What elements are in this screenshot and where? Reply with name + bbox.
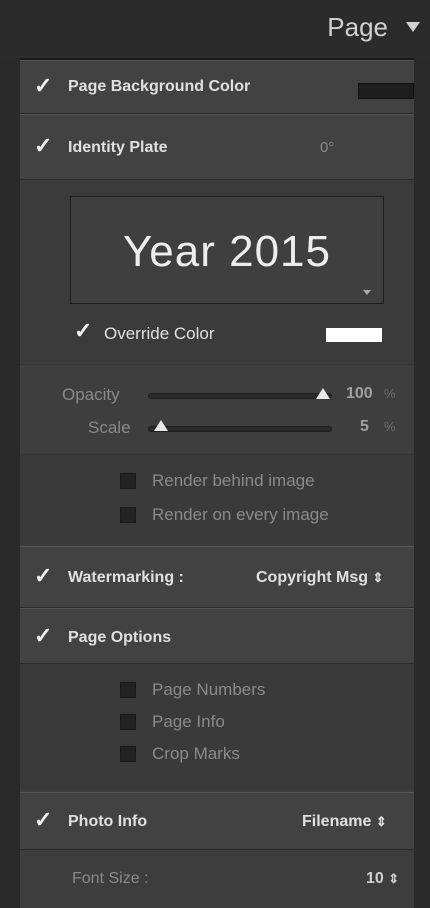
photo-info-select[interactable]: Filename ⇕ [302, 813, 387, 831]
override-color-swatch[interactable] [326, 328, 382, 342]
page-numbers-checkbox[interactable] [120, 682, 136, 698]
render-options-area [20, 454, 414, 545]
scale-value[interactable]: 5 [360, 418, 369, 436]
override-color-label: Override Color [104, 324, 215, 343]
identity-plate-preview[interactable]: Year 2015 [70, 196, 384, 304]
identity-plate-row: ✓ Identity Plate 0° [20, 114, 414, 180]
font-size-value: 10 [366, 870, 384, 887]
identity-plate-rotation[interactable]: 0° [320, 139, 334, 156]
watermarking-updown-icon: ⇕ [372, 570, 384, 585]
scale-slider-thumb[interactable] [154, 420, 168, 431]
opacity-unit: % [384, 386, 396, 401]
watermarking-value: Copyright Msg [256, 569, 368, 586]
identity-plate-menu-icon[interactable] [363, 290, 371, 295]
identity-sliders-area [20, 364, 414, 453]
page-options-label: Page Options [68, 629, 172, 646]
identity-plate-text: Year 2015 [122, 227, 331, 276]
photo-info-label: Photo Info [68, 813, 148, 830]
page-background-label: Page Background Color [68, 78, 251, 95]
override-color-checkbox[interactable]: ✓ [74, 318, 92, 344]
watermarking-select[interactable]: Copyright Msg ⇕ [256, 569, 383, 587]
font-size-label: Font Size : [72, 870, 149, 887]
opacity-value[interactable]: 100 [346, 385, 373, 403]
watermarking-label: Watermarking : [68, 569, 184, 586]
render-behind-checkbox[interactable] [120, 473, 136, 489]
photo-info-checkbox[interactable]: ✓ [34, 807, 52, 833]
page-background-checkbox[interactable]: ✓ [34, 73, 52, 99]
photo-info-row: ✓ Photo Info Filename ⇕ [20, 792, 414, 850]
font-size-updown-icon: ⇕ [388, 871, 400, 886]
panel-title: Page [327, 12, 388, 42]
watermarking-checkbox[interactable]: ✓ [34, 563, 52, 589]
panel-right-edge [414, 58, 430, 908]
opacity-slider-track[interactable] [148, 393, 332, 399]
identity-plate-checkbox[interactable]: ✓ [34, 133, 52, 159]
identity-plate-label: Identity Plate [68, 139, 168, 156]
opacity-label: Opacity [62, 385, 120, 404]
render-every-checkbox[interactable] [120, 507, 136, 523]
page-background-color-swatch[interactable] [358, 83, 414, 99]
crop-marks-checkbox[interactable] [120, 746, 136, 762]
photo-info-updown-icon: ⇕ [375, 814, 387, 829]
crop-marks-label: Crop Marks [152, 744, 240, 763]
page-background-row: ✓ Page Background Color [20, 60, 414, 114]
page-info-label: Page Info [152, 712, 225, 731]
page-panel: Page ✓ Page Background Color ✓ Identity … [0, 0, 430, 908]
page-numbers-label: Page Numbers [152, 680, 266, 699]
opacity-slider-thumb[interactable] [316, 388, 330, 399]
page-options-checkbox[interactable]: ✓ [34, 623, 52, 649]
scale-label: Scale [88, 418, 131, 437]
render-behind-label: Render behind image [152, 471, 315, 490]
scale-slider-track[interactable] [148, 426, 332, 432]
collapse-arrow-icon[interactable] [406, 22, 420, 32]
panel-header[interactable]: Page [0, 0, 430, 60]
render-every-label: Render on every image [152, 505, 329, 524]
scale-unit: % [384, 419, 396, 434]
watermarking-row: ✓ Watermarking : Copyright Msg ⇕ [20, 546, 414, 608]
page-info-checkbox[interactable] [120, 714, 136, 730]
font-size-select[interactable]: 10 ⇕ [366, 870, 399, 888]
page-options-row: ✓ Page Options [20, 608, 414, 664]
panel-left-edge [0, 58, 20, 908]
photo-info-value: Filename [302, 813, 372, 830]
